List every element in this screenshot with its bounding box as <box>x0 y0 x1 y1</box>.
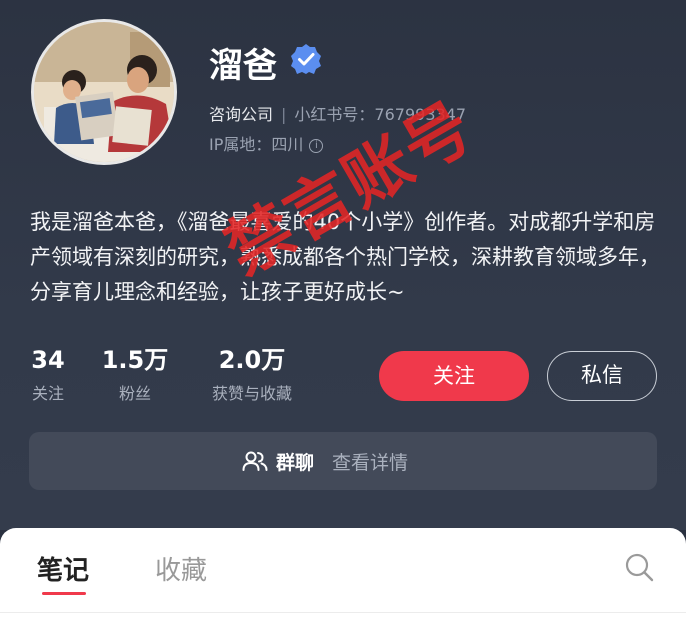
profile-name: 溜爸 <box>209 46 277 86</box>
search-icon[interactable] <box>624 552 654 582</box>
stat-value: 2.0万 <box>218 346 286 374</box>
tab-notes[interactable]: 笔记 <box>37 550 89 587</box>
ip-value: 四川 <box>271 135 304 154</box>
profile-header: 溜爸 咨询公司 | 小红书号：767993347 IP属地：四川 i 我是溜爸本爸，《… <box>0 0 686 530</box>
group-chat-label: 群聊 <box>276 451 315 474</box>
group-chat-content: 群聊 查看详情 <box>242 432 408 490</box>
verified-badge-icon <box>291 44 321 74</box>
company-label: 咨询公司 <box>209 105 274 124</box>
stat-value: 34 <box>31 346 65 374</box>
group-chat-bar[interactable]: 群聊 查看详情 <box>29 432 657 490</box>
avatar-photo <box>34 22 174 162</box>
stat-followers[interactable]: 1.5万 粉丝 <box>98 345 172 404</box>
stat-value: 1.5万 <box>101 346 169 374</box>
group-chat-detail: 查看详情 <box>332 451 409 474</box>
meta-divider: | <box>281 105 287 124</box>
stat-label: 关注 <box>31 384 64 403</box>
ip-label: IP属地： <box>209 135 272 154</box>
divider <box>0 612 686 613</box>
tab-favorites[interactable]: 收藏 <box>155 550 207 587</box>
content-panel: 笔记 收藏 <box>0 528 686 618</box>
stat-label: 粉丝 <box>118 384 151 403</box>
avatar[interactable] <box>31 19 177 165</box>
message-button[interactable]: 私信 <box>547 351 657 401</box>
stat-label: 获赞与收藏 <box>211 384 292 403</box>
follow-button[interactable]: 关注 <box>379 351 529 401</box>
stat-likes-favorites[interactable]: 2.0万 获赞与收藏 <box>200 345 304 404</box>
active-tab-indicator <box>42 592 86 595</box>
stat-following[interactable]: 34 关注 <box>28 345 68 404</box>
group-chat-icon <box>242 451 268 471</box>
